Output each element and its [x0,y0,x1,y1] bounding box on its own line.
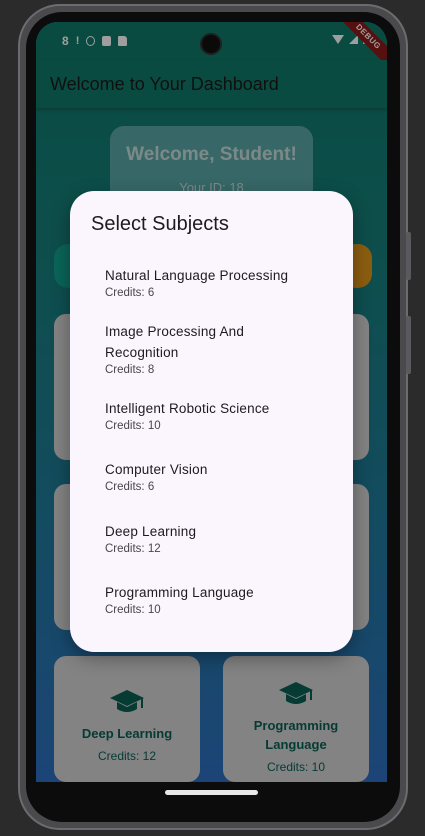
volume-button [406,232,411,280]
select-subjects-dialog: Select Subjects Natural Language Process… [70,191,353,652]
dialog-title: Select Subjects [91,213,229,235]
subject-option[interactable]: Deep Learning Credits: 12 [105,521,330,555]
subject-option[interactable]: Natural Language Processing Credits: 6 [105,265,330,299]
subject-option[interactable]: Programming Language Credits: 10 [105,582,330,616]
subject-option-credits: Credits: 8 [105,364,155,376]
subject-option-credits: Credits: 12 [105,543,161,555]
subject-option[interactable]: Image Processing And Recognition Credits… [105,321,275,376]
subject-option-credits: Credits: 10 [105,420,161,432]
power-button [406,316,411,374]
subject-option-name: Intelligent Robotic Science [105,401,270,416]
subject-option-credits: Credits: 6 [105,287,155,299]
subject-option-name: Programming Language [105,585,254,600]
subject-option[interactable]: Intelligent Robotic Science Credits: 10 [105,398,330,432]
subject-option[interactable]: Computer Vision Credits: 6 [105,459,330,493]
subject-option-name: Deep Learning [105,524,197,539]
system-nav-bar [36,782,387,808]
subject-option-name: Natural Language Processing [105,268,289,283]
subject-option-name: Image Processing And Recognition [105,324,245,360]
subject-option-name: Computer Vision [105,462,208,477]
subject-option-credits: Credits: 10 [105,604,161,616]
subject-option-credits: Credits: 6 [105,481,155,493]
app-screen: 8 ! DEBUG Welcome to Your Dashboard Welc… [36,22,387,782]
home-gesture-handle[interactable] [165,790,258,795]
